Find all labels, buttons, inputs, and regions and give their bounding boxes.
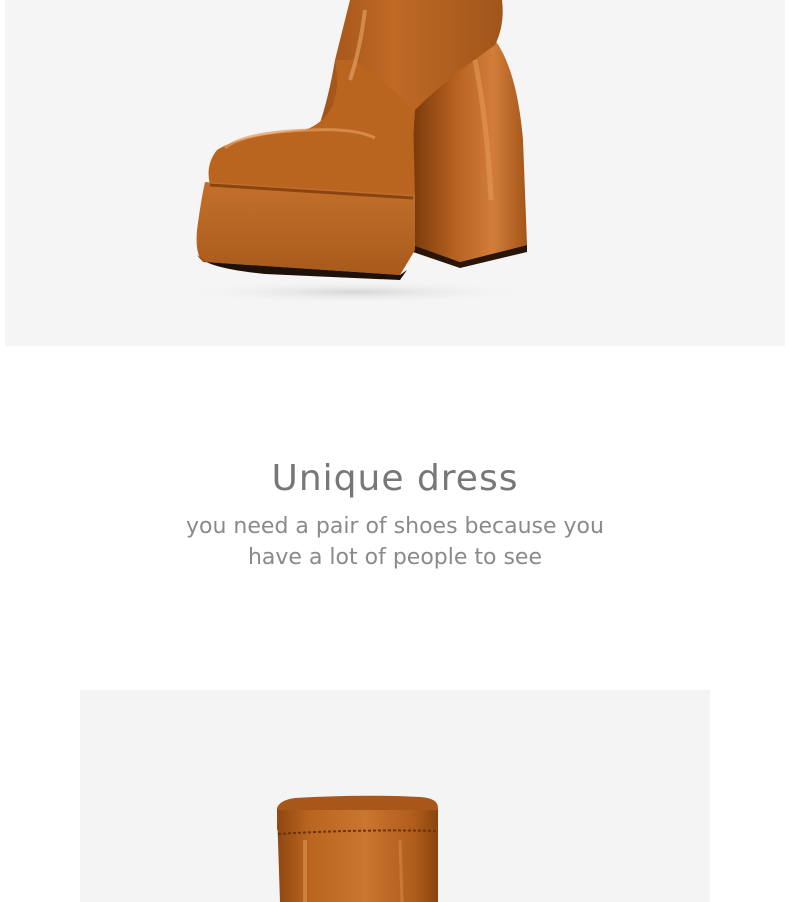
boot-shaft-body [277,810,438,902]
product-photo-top [5,0,785,346]
floor-shadow [175,280,535,304]
feature-section: Unique dress you need a pair of shoes be… [0,455,790,573]
boot-shaft-illustration [277,795,439,902]
boot-side-illustration [175,0,535,304]
feature-headline: Unique dress [271,458,519,499]
feature-tagline: you need a pair of shoes because you hav… [186,514,604,570]
product-photo-bottom [80,690,710,902]
